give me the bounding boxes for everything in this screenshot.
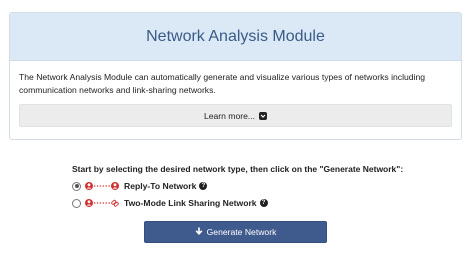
panel-body: The Network Analysis Module can automati… <box>10 61 461 127</box>
module-description: The Network Analysis Module can automati… <box>19 72 426 95</box>
link-sharing-radio[interactable] <box>72 198 81 208</box>
learn-more-button[interactable]: Learn more... <box>19 104 452 127</box>
help-icon[interactable]: ? <box>259 199 268 207</box>
reply-to-radio[interactable] <box>72 181 81 191</box>
link-sharing-label: Two-Mode Link Sharing Network <box>124 198 257 208</box>
learn-more-label: Learn more... <box>203 110 256 121</box>
selection-prompt: Start by selecting the desired network t… <box>72 164 404 174</box>
panel-title: Network Analysis Module <box>146 27 325 45</box>
reply-to-label: Reply-To Network <box>124 181 197 191</box>
network-analysis-panel: Network Analysis Module The Network Anal… <box>9 12 462 140</box>
generate-network-label: Generate Network <box>206 227 277 237</box>
network-type-selection: Start by selecting the desired network t… <box>72 164 412 213</box>
arrow-down-icon <box>195 227 203 238</box>
help-icon[interactable]: ? <box>199 182 208 190</box>
option-reply-to-network[interactable]: Reply-To Network ? <box>72 179 412 193</box>
generate-network-button[interactable]: Generate Network <box>144 221 327 243</box>
user-user-network-icon <box>84 181 120 191</box>
user-link-network-icon <box>84 198 120 208</box>
option-link-sharing-network[interactable]: Two-Mode Link Sharing Network ? <box>72 196 412 210</box>
chevron-down-icon <box>259 111 268 120</box>
panel-header: Network Analysis Module <box>10 13 461 61</box>
